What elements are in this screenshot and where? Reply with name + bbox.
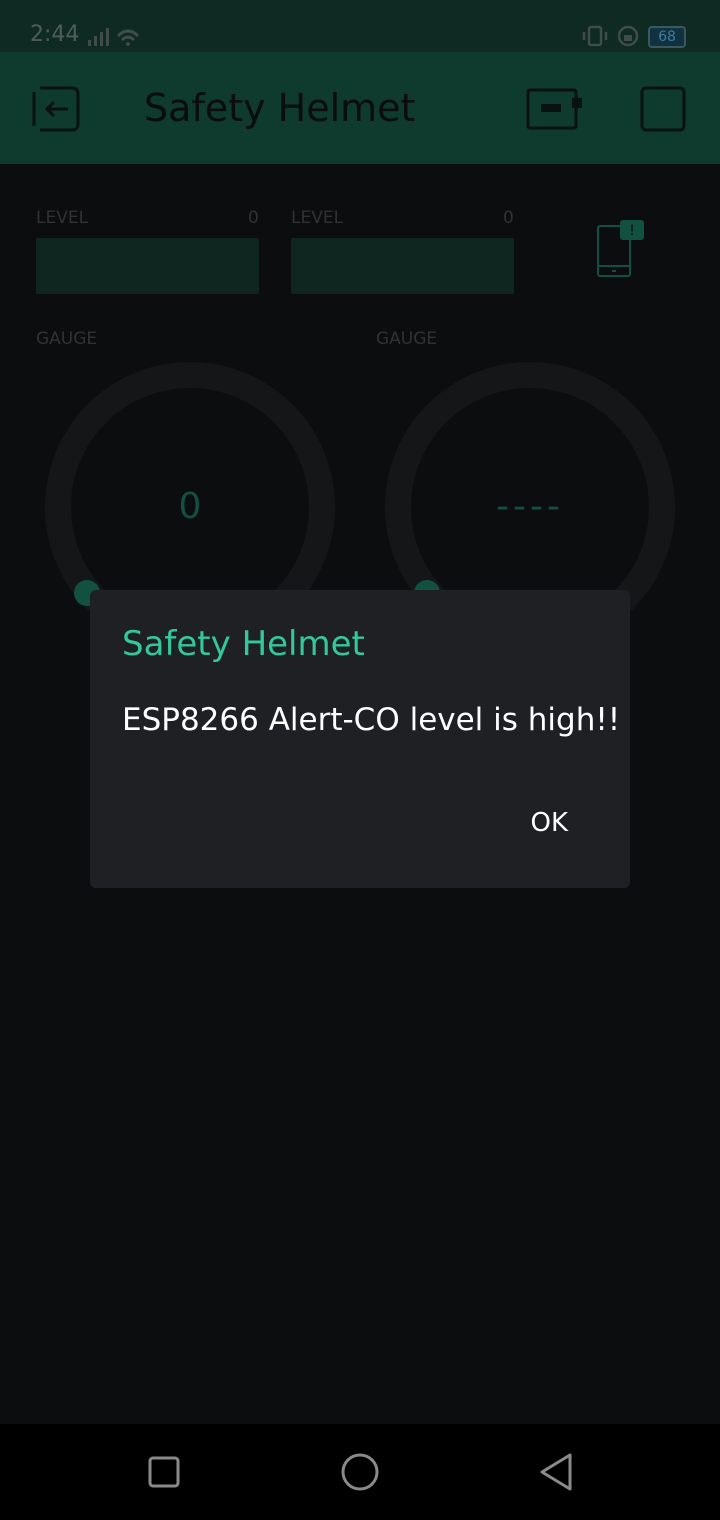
gauge-2-value: ---- <box>496 486 564 527</box>
gauge-1-value: 0 <box>178 486 202 527</box>
dialog-message: ESP8266 Alert-CO level is high!! <box>122 702 621 738</box>
app-title: Safety Helmet <box>144 86 416 130</box>
home-icon[interactable] <box>340 1452 380 1492</box>
app-bar: Safety Helmet <box>0 52 720 164</box>
status-bar: 2:44 68 <box>0 0 720 52</box>
device-icon[interactable] <box>526 88 584 130</box>
level-1-bar <box>36 238 259 294</box>
signal-wifi-icons <box>88 28 140 46</box>
level-2-label: LEVEL <box>291 208 344 228</box>
vibrate-icon <box>582 25 608 47</box>
level-2-value: 0 <box>503 208 514 228</box>
ok-button[interactable]: OK <box>530 808 568 838</box>
alert-dialog: Safety Helmet ESP8266 Alert-CO level is … <box>90 590 630 888</box>
level-1-value: 0 <box>248 208 259 228</box>
battery-icon: 68 <box>648 26 686 48</box>
dialog-title: Safety Helmet <box>122 624 365 664</box>
gauge-1-label: GAUGE <box>36 329 98 349</box>
notification-icon[interactable]: ! <box>594 220 646 280</box>
lock-rotation-icon <box>617 25 639 47</box>
level-2-bar <box>291 238 514 294</box>
gauge-2-label: GAUGE <box>376 329 438 349</box>
level-1-label: LEVEL <box>36 208 89 228</box>
back-icon[interactable] <box>538 1452 574 1492</box>
exit-icon[interactable] <box>32 86 80 132</box>
navigation-bar <box>0 1424 720 1520</box>
status-time: 2:44 <box>30 22 80 47</box>
recent-apps-icon[interactable] <box>148 1456 180 1488</box>
svg-text:!: ! <box>629 223 635 239</box>
stop-icon[interactable] <box>640 86 686 132</box>
